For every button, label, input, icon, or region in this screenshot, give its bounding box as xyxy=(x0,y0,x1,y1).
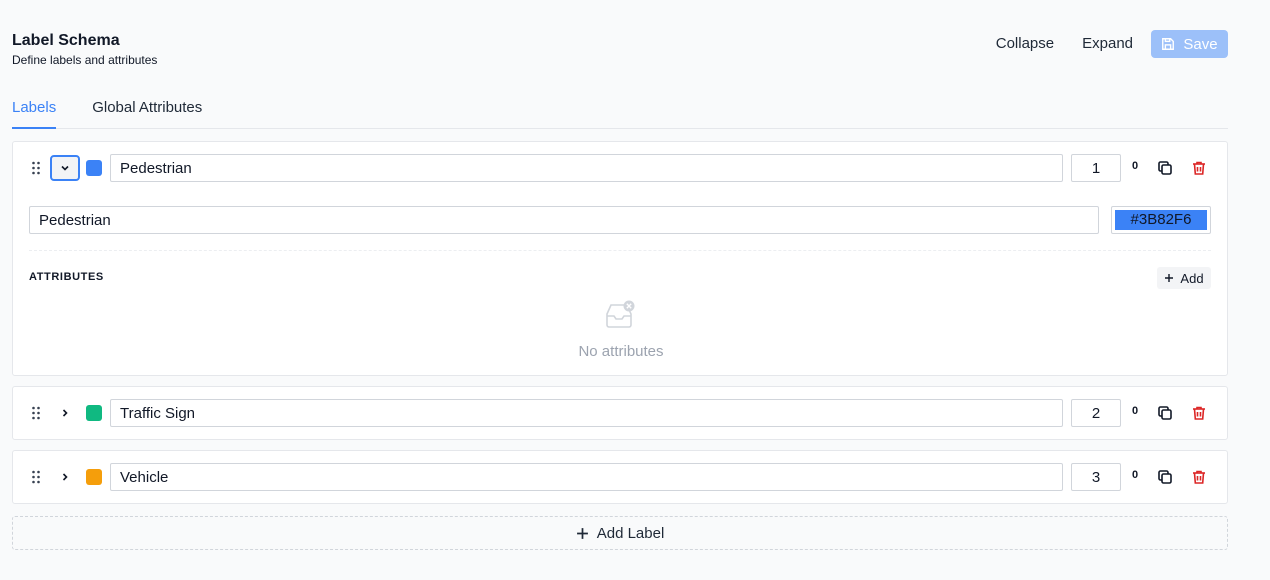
display-name-input[interactable] xyxy=(29,206,1099,234)
empty-state-text: No attributes xyxy=(578,343,664,360)
drag-handle-icon[interactable] xyxy=(31,470,41,484)
trash-icon[interactable] xyxy=(1190,159,1208,177)
label-id-input[interactable] xyxy=(1071,399,1121,427)
tab-labels[interactable]: Labels xyxy=(12,96,57,129)
trash-icon[interactable] xyxy=(1190,468,1208,486)
color-swatch[interactable] xyxy=(86,469,102,485)
header-actions: Collapse Expand Save xyxy=(982,30,1228,58)
add-label-text: Add Label xyxy=(596,524,665,542)
tab-global-attributes[interactable]: Global Attributes xyxy=(92,96,202,129)
tab-bar: Labels Global Attributes xyxy=(12,96,1228,129)
divider xyxy=(29,250,1211,251)
label-card-pedestrian: 0 #3B82F6 ATTRIBUTES Add No attributes xyxy=(12,141,1228,376)
page-header: Label Schema Define labels and attribute… xyxy=(12,30,1228,70)
plus-icon xyxy=(576,527,588,539)
attributes-heading: ATTRIBUTES xyxy=(29,271,104,283)
label-name-input[interactable] xyxy=(110,463,1063,491)
chevron-right-icon xyxy=(62,473,68,481)
label-name-input[interactable] xyxy=(110,154,1063,182)
label-card-vehicle: 0 xyxy=(12,450,1228,504)
copy-icon[interactable] xyxy=(1156,159,1174,177)
empty-inbox-icon xyxy=(606,300,635,328)
plus-icon xyxy=(1165,274,1174,282)
chevron-down-icon xyxy=(61,165,69,171)
label-id-input[interactable] xyxy=(1071,154,1121,182)
color-swatch[interactable] xyxy=(86,405,102,421)
color-picker[interactable]: #3B82F6 xyxy=(1111,206,1211,234)
expand-toggle[interactable] xyxy=(50,464,80,490)
expand-button[interactable]: Expand xyxy=(1068,30,1147,58)
color-swatch[interactable] xyxy=(86,160,102,176)
save-label: Save xyxy=(1183,35,1218,53)
save-button[interactable]: Save xyxy=(1151,30,1228,58)
attribute-count: 0 xyxy=(1132,469,1139,481)
drag-handle-icon[interactable] xyxy=(31,406,41,420)
attribute-count: 0 xyxy=(1132,160,1139,172)
add-label-button[interactable]: Add Label xyxy=(12,516,1228,550)
color-value: #3B82F6 xyxy=(1115,210,1207,230)
copy-icon[interactable] xyxy=(1156,468,1174,486)
collapse-button[interactable]: Collapse xyxy=(982,30,1068,58)
label-row: 0 xyxy=(13,387,1227,439)
trash-icon[interactable] xyxy=(1190,404,1208,422)
label-row: 0 xyxy=(13,142,1227,194)
save-icon xyxy=(1162,38,1175,50)
expand-toggle[interactable] xyxy=(50,400,80,426)
label-row: 0 xyxy=(13,451,1227,503)
add-attribute-button[interactable]: Add xyxy=(1157,267,1211,289)
label-card-traffic-sign: 0 xyxy=(12,386,1228,440)
collapse-toggle[interactable] xyxy=(50,155,80,181)
drag-handle-icon[interactable] xyxy=(31,161,41,175)
label-name-input[interactable] xyxy=(110,399,1063,427)
chevron-right-icon xyxy=(62,409,68,417)
label-id-input[interactable] xyxy=(1071,463,1121,491)
attribute-count: 0 xyxy=(1132,405,1139,417)
add-attribute-label: Add xyxy=(1180,270,1204,286)
copy-icon[interactable] xyxy=(1156,404,1174,422)
